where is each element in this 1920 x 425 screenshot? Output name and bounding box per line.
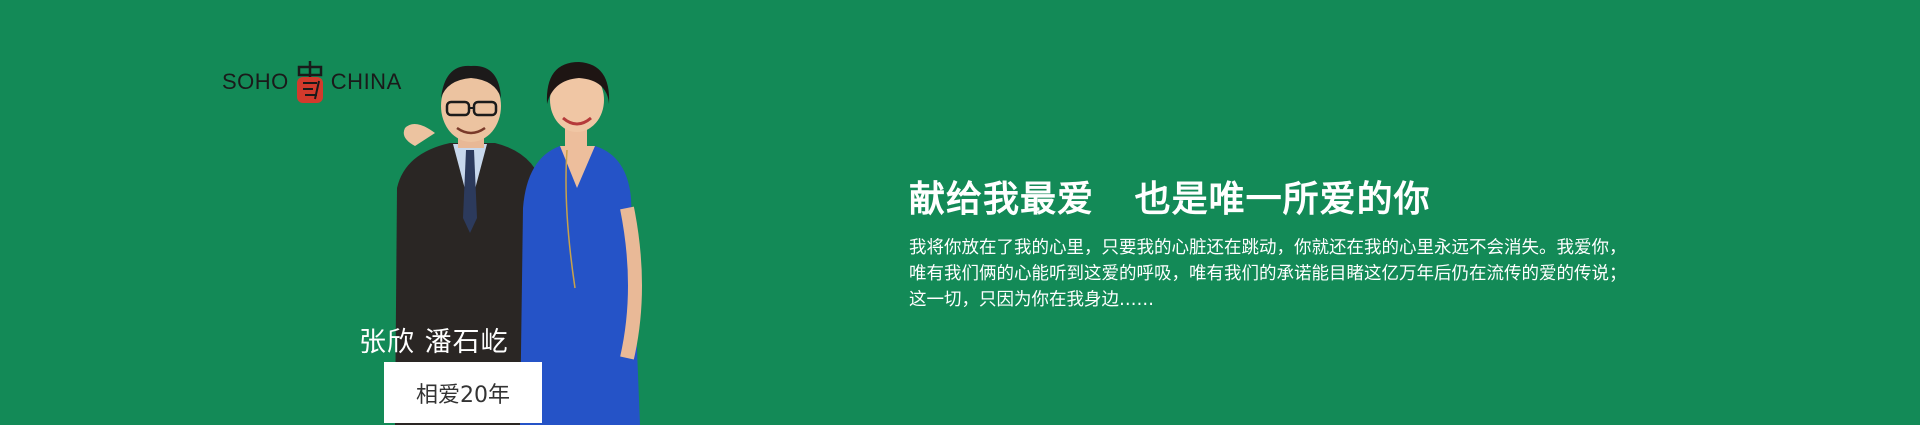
logo-text-soho: SOHO — [222, 69, 289, 94]
logo-text-china: CHINA — [330, 69, 402, 94]
message-line: 唯有我们俩的心能听到这爱的呼吸，唯有我们的承诺能目睹这亿万年后仍在流传的爱的传说… — [909, 264, 1627, 284]
brand-logo[interactable]: SOHO CHINA — [222, 58, 402, 106]
years-label: 相爱20年 — [416, 382, 510, 408]
message-line: 我将你放在了我的心里，只要我的心脏还在跳动，你就还在我的心里永远不会消失。我爱你… — [909, 238, 1627, 258]
hero-banner: SOHO CHINA 张欣 潘石屹 相爱20年 献给我最爱 也是唯一所爱的你 我… — [0, 0, 1920, 425]
couple-names: 张欣 潘石屹 — [359, 327, 509, 358]
message-paragraph: 我将你放在了我的心里，只要我的心脏还在跳动，你就还在我的心里永远不会消失。我爱你… — [909, 235, 1669, 313]
message-line: 这一切，只因为你在我身边…… — [909, 290, 1154, 310]
soho-china-seal-icon — [291, 59, 329, 105]
headline: 献给我最爱 也是唯一所爱的你 — [909, 178, 1431, 220]
years-badge: 相爱20年 — [384, 362, 542, 423]
